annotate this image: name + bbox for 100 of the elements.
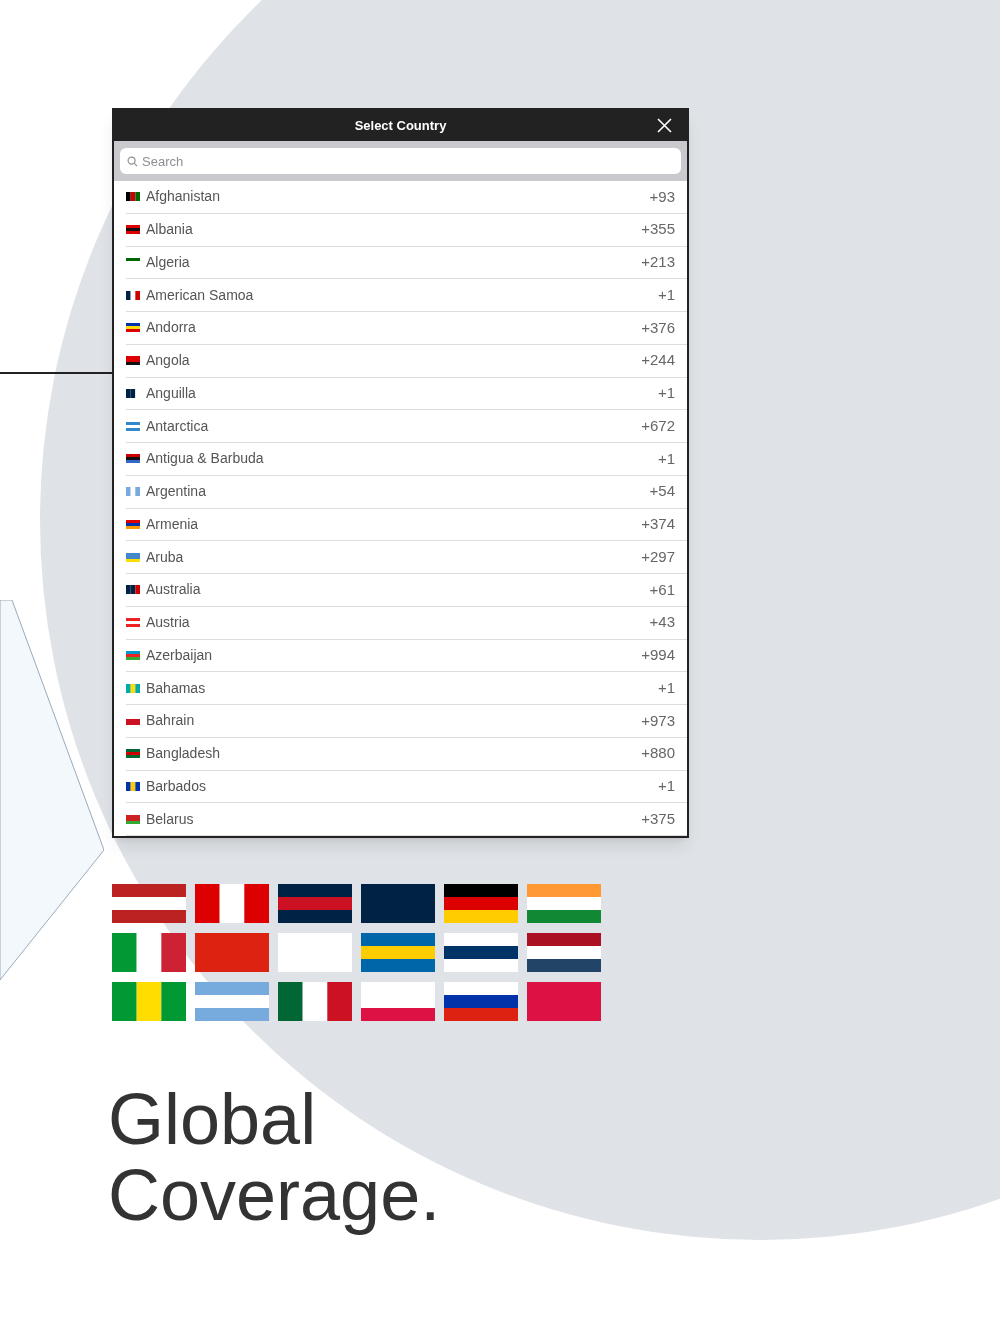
- dial-code: +355: [641, 219, 675, 240]
- country-row[interactable]: Albania +355: [126, 213, 687, 247]
- dial-code: +1: [657, 284, 675, 305]
- country-name: Belarus: [146, 809, 194, 829]
- flag-icon: [126, 716, 140, 726]
- flag-icon: [126, 519, 140, 529]
- flag-icon: [444, 933, 518, 972]
- dial-code: +1: [657, 448, 675, 469]
- dial-code: +244: [641, 350, 675, 371]
- flag-icon: [126, 290, 140, 300]
- country-name: Aruba: [146, 547, 184, 567]
- flag-icon: [126, 552, 140, 562]
- country-row[interactable]: Bahrain +973: [126, 705, 687, 738]
- flag-icon: [126, 814, 140, 824]
- flag-icon: [195, 982, 269, 1021]
- country-row[interactable]: Azerbaijan +994: [126, 639, 687, 673]
- flag-icon: [112, 933, 186, 972]
- country-name: Azerbaijan: [146, 645, 213, 665]
- dial-code: +213: [641, 252, 675, 273]
- country-row[interactable]: Algeria +213: [126, 246, 687, 280]
- dial-code: +376: [641, 317, 675, 338]
- country-name: Algeria: [146, 252, 190, 272]
- country-row[interactable]: Argentina +54: [126, 475, 687, 509]
- dial-code: +1: [657, 677, 675, 698]
- flag-icon: [126, 421, 140, 431]
- country-row[interactable]: Belarus +375: [126, 803, 687, 836]
- flag-icon: [195, 884, 269, 923]
- headline-text: Coverage.: [108, 1157, 442, 1233]
- dial-code: +375: [641, 808, 675, 829]
- flag-icon: [527, 933, 601, 972]
- flag-icon: [361, 933, 435, 972]
- country-name: Austria: [146, 613, 190, 633]
- dial-code: +61: [649, 579, 675, 600]
- flag-icon: [126, 323, 140, 333]
- dial-code: +994: [641, 645, 675, 666]
- country-row[interactable]: Aruba +297: [126, 541, 687, 574]
- flag-icon: [126, 781, 140, 791]
- country-row[interactable]: Armenia +374: [126, 508, 687, 542]
- flag-icon: [527, 982, 601, 1021]
- country-name: Anguilla: [146, 383, 196, 403]
- country-name: Armenia: [146, 514, 199, 534]
- flag-icon: [278, 933, 352, 972]
- flag-icon: [361, 884, 435, 923]
- flag-icon: [444, 982, 518, 1021]
- country-name: Bahamas: [146, 678, 206, 698]
- flag-icon: [278, 982, 352, 1021]
- country-row[interactable]: American Samoa +1: [126, 279, 687, 312]
- search-field[interactable]: Search: [120, 148, 681, 174]
- country-name: Bangladesh: [146, 744, 220, 764]
- dial-code: +93: [649, 186, 675, 207]
- country-row[interactable]: Barbados +1: [126, 770, 687, 804]
- headline-text: Global: [108, 1081, 318, 1157]
- flag-icon: [126, 454, 140, 464]
- country-name: Andorra: [146, 318, 196, 338]
- country-row[interactable]: Antarctica +672: [126, 410, 687, 443]
- flag-icon: [278, 884, 352, 923]
- close-icon[interactable]: [657, 118, 672, 133]
- dial-code: +297: [641, 546, 675, 567]
- country-row[interactable]: Angola +244: [126, 344, 687, 378]
- dial-code: +880: [641, 743, 675, 764]
- flag-icon: [126, 192, 140, 202]
- country-row[interactable]: Australia +61: [126, 574, 687, 607]
- dial-code: +1: [657, 383, 675, 404]
- country-name: Australia: [146, 580, 201, 600]
- flag-icon: [126, 356, 140, 366]
- country-name: American Samoa: [146, 285, 254, 305]
- dial-code: +54: [649, 481, 675, 502]
- dial-code: +973: [641, 710, 675, 731]
- flag-icon: [126, 650, 140, 660]
- country-name: Afghanistan: [146, 187, 220, 207]
- flag-icon: [112, 884, 186, 923]
- flag-icon: [527, 884, 601, 923]
- country-row[interactable]: Afghanistan +93: [126, 181, 687, 214]
- country-name: Barbados: [146, 776, 206, 796]
- country-name: Argentina: [146, 482, 206, 502]
- flag-icon: [195, 933, 269, 972]
- country-row[interactable]: Andorra +376: [126, 312, 687, 345]
- flag-icon: [444, 884, 518, 923]
- country-row[interactable]: Bangladesh +880: [126, 737, 687, 771]
- country-name: Angola: [146, 351, 190, 371]
- flag-icon: [126, 487, 140, 497]
- dial-code: +1: [657, 776, 675, 797]
- country-row[interactable]: Austria +43: [126, 606, 687, 640]
- flag-icon: [126, 683, 140, 693]
- country-row[interactable]: Anguilla +1: [126, 377, 687, 411]
- country-name: Albania: [146, 220, 193, 240]
- search-icon: [127, 156, 138, 167]
- country-name: Bahrain: [146, 711, 195, 731]
- flag-icon: [126, 225, 140, 235]
- flag-icon: [126, 749, 140, 759]
- country-name: Antarctica: [146, 416, 209, 436]
- dial-code: +374: [641, 514, 675, 535]
- dial-code: +672: [641, 415, 675, 436]
- dial-code: +43: [649, 612, 675, 633]
- flag-icon: [361, 982, 435, 1021]
- country-row[interactable]: Antigua & Barbuda +1: [126, 443, 687, 476]
- flag-icon: [112, 982, 186, 1021]
- flag-icon: [126, 618, 140, 628]
- country-row[interactable]: Bahamas +1: [126, 672, 687, 705]
- flag-icon: [126, 585, 140, 595]
